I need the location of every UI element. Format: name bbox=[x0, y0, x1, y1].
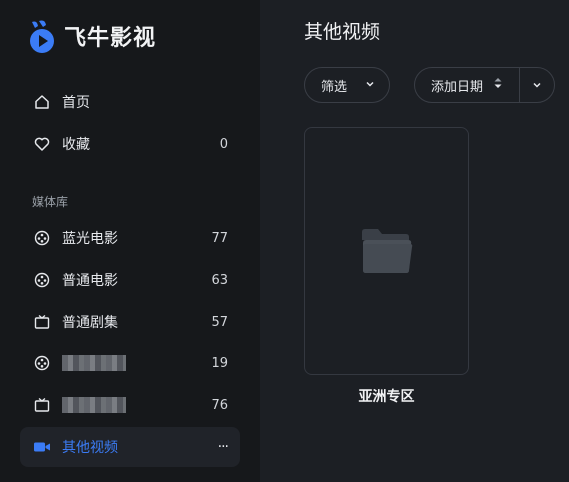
library-count: 57 bbox=[211, 314, 228, 330]
redacted-label bbox=[62, 355, 126, 371]
sidebar-item-home[interactable]: 首页 bbox=[20, 82, 240, 122]
sort-label[interactable]: 添加日期 bbox=[431, 76, 493, 95]
sidebar-item-label: 其他视频 bbox=[62, 440, 118, 456]
page-title: 其他视频 bbox=[304, 21, 381, 43]
filter-label: 筛选 bbox=[321, 79, 348, 95]
sidebar-item-label: 收藏 bbox=[62, 137, 90, 153]
heart-icon bbox=[32, 134, 52, 154]
film-reel-icon bbox=[32, 228, 52, 248]
library-count: 63 bbox=[211, 272, 228, 288]
sidebar-item-label: 普通电影 bbox=[62, 273, 118, 289]
sort-order-icon[interactable] bbox=[493, 76, 507, 94]
favorites-count: 0 bbox=[219, 136, 228, 152]
home-icon bbox=[32, 92, 52, 112]
sidebar-item-label: 普通剧集 bbox=[62, 315, 118, 331]
app-name: 飞牛影视 bbox=[64, 26, 157, 51]
sidebar-item-favorites[interactable]: 收藏 0 bbox=[20, 124, 240, 164]
filter-button[interactable]: 筛选 bbox=[304, 67, 390, 103]
video-camera-icon bbox=[32, 437, 52, 457]
logo-icon bbox=[30, 20, 54, 53]
sidebar-item-other-videos[interactable]: 其他视频 ··· bbox=[20, 427, 240, 467]
sidebar-item-redacted-library[interactable]: 76 bbox=[20, 385, 240, 425]
sidebar: 飞牛影视 首页 收藏 0 媒体库 蓝光电影 77 普通电影 63 普通剧集 57 bbox=[0, 0, 260, 482]
sidebar-item-redacted-library[interactable]: 19 bbox=[20, 343, 240, 383]
sort-dropdown-button[interactable] bbox=[520, 80, 554, 90]
sort-control: 添加日期 bbox=[414, 67, 555, 103]
chevron-down-icon bbox=[365, 78, 375, 93]
sidebar-item-movies[interactable]: 普通电影 63 bbox=[20, 260, 240, 300]
app-logo[interactable]: 飞牛影视 bbox=[28, 18, 156, 54]
redacted-label bbox=[62, 397, 126, 413]
sidebar-item-label: 蓝光电影 bbox=[62, 231, 118, 247]
film-reel-icon bbox=[32, 270, 52, 290]
tv-icon bbox=[32, 395, 52, 415]
library-count: 77 bbox=[211, 230, 228, 246]
folder-label: 亚洲专区 bbox=[358, 389, 415, 405]
sidebar-item-series[interactable]: 普通剧集 57 bbox=[20, 302, 240, 342]
sidebar-item-bluray-movies[interactable]: 蓝光电影 77 bbox=[20, 218, 240, 258]
chevron-down-icon bbox=[533, 82, 541, 88]
more-options-icon[interactable]: ··· bbox=[218, 439, 229, 455]
library-section-title: 媒体库 bbox=[32, 195, 69, 209]
film-reel-icon bbox=[32, 353, 52, 373]
sidebar-item-label: 首页 bbox=[62, 95, 90, 111]
tv-icon bbox=[32, 312, 52, 332]
folder-icon bbox=[361, 229, 412, 273]
library-count: 19 bbox=[211, 355, 228, 371]
library-count: 76 bbox=[211, 397, 228, 413]
folder-card[interactable] bbox=[304, 127, 469, 375]
